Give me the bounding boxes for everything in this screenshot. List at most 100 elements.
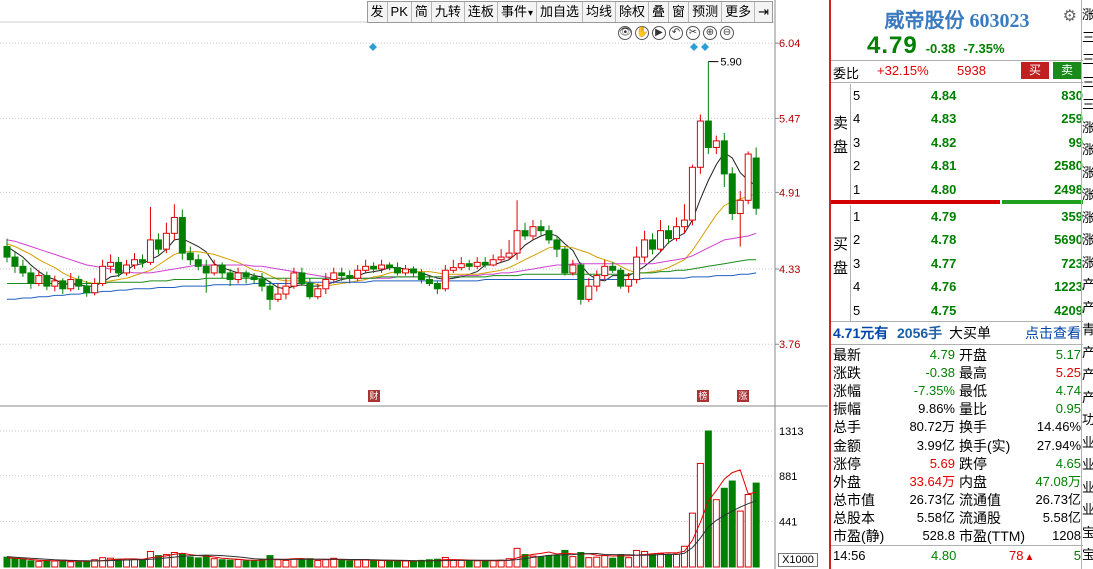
big-order-label: 大买单	[949, 325, 991, 341]
candle-body	[154, 239, 162, 250]
price-chart[interactable]: 6.04 5.47 4.91 4.33 3.76 1313 881 441 5.90	[0, 0, 828, 569]
stat-value: 0.95	[1055, 401, 1081, 417]
candle-body	[186, 252, 194, 261]
bid-ask-split-bar	[831, 200, 1083, 204]
zoom-out-icon[interactable]: ⊖	[720, 26, 734, 40]
stat-label: 最低	[959, 383, 987, 400]
eye-icon[interactable]: 👁	[618, 26, 632, 40]
candle-body	[83, 285, 91, 294]
candle-body	[425, 279, 433, 284]
tick-extra: 5	[1073, 548, 1081, 563]
volume-bar	[553, 554, 561, 568]
order-book-level: 5	[853, 302, 861, 318]
toolbar-button[interactable]: 预测	[689, 2, 723, 22]
candle-body	[513, 230, 521, 254]
order-book-row[interactable]: 2 4.81 2580	[851, 154, 1083, 177]
order-book-row[interactable]: 4 4.76 1223	[851, 275, 1083, 298]
candle-body	[657, 230, 665, 250]
event-marker-limit-up[interactable]: 涨	[737, 390, 749, 402]
order-book-level: 3	[853, 255, 861, 271]
stat-label: 外盘	[833, 473, 861, 490]
toolbar-button[interactable]: 事件	[498, 2, 537, 22]
toolbar-button[interactable]: 加自选	[537, 2, 583, 22]
stat-label: 内盘	[959, 473, 987, 490]
view-big-order-link[interactable]: 点击查看	[1025, 322, 1081, 344]
candle-body	[585, 285, 593, 300]
buy-button[interactable]: 买	[1021, 62, 1049, 79]
event-diamond-icon	[369, 43, 377, 51]
event-marker-ranking[interactable]: 榜	[697, 390, 709, 402]
order-book-row[interactable]: 2 4.78 5690	[851, 228, 1083, 251]
toolbar-button[interactable]: 窗	[669, 2, 690, 22]
volume-bar	[51, 560, 59, 568]
order-book-row[interactable]: 4 4.83 259	[851, 107, 1083, 130]
buy-label-char: 盘	[832, 260, 848, 277]
order-book-row[interactable]: 1 4.80 2498	[851, 178, 1083, 201]
order-book-vol: 2498	[1054, 181, 1083, 197]
candle-body	[601, 265, 609, 277]
zoom-in-icon[interactable]: ⊕	[703, 26, 717, 40]
adjacent-panel-edge: 涨三三三三涨涨涨涨涨涨涨产产青产产产功业业业业宝宝	[1081, 0, 1093, 569]
candle-body	[43, 275, 51, 287]
toolbar-button[interactable]: 叠	[649, 2, 670, 22]
candle-body	[19, 265, 27, 274]
order-book-row[interactable]: 3 4.77 723	[851, 252, 1083, 275]
stat-row: 外盘 33.64万 内盘 47.08万	[831, 473, 1083, 491]
toolbar-button[interactable]: 简	[412, 2, 432, 22]
volume-bar	[545, 555, 553, 568]
stat-value: 4.65	[1055, 455, 1081, 471]
order-book-price: 4.80	[931, 181, 957, 197]
order-book-row[interactable]: 1 4.79 359	[851, 205, 1083, 228]
candle-body	[91, 282, 99, 294]
volume-bar	[178, 553, 186, 568]
candle-body	[489, 259, 497, 266]
candle-body	[481, 261, 489, 266]
order-book-row[interactable]: 5 4.75 4209	[851, 299, 1083, 322]
volume-bar	[664, 554, 672, 568]
big-order-qty: 2056手	[897, 325, 943, 341]
candle-body	[75, 279, 83, 287]
toolbar-button[interactable]: 发	[368, 2, 388, 22]
candle-body	[354, 269, 362, 279]
volume-bar	[386, 560, 394, 568]
kline-chart-area[interactable]: 6.04 5.47 4.91 4.33 3.76 1313 881 441 5.90 发 PK 简九…	[0, 0, 828, 569]
toolbar-button[interactable]: 均线	[583, 2, 617, 22]
hand-icon[interactable]: ✋	[635, 26, 649, 40]
order-book-row[interactable]: 3 4.82 99	[851, 131, 1083, 154]
candle-body	[146, 239, 154, 263]
volume-bar	[346, 560, 354, 568]
stat-label: 总市值	[833, 491, 875, 508]
gear-icon[interactable]: ⚙	[1063, 6, 1077, 26]
toolbar-button[interactable]: 除权	[616, 2, 650, 22]
toolbar-button[interactable]: 连板	[465, 2, 498, 22]
stat-value: 5.25	[1055, 365, 1081, 381]
volume-unit-label[interactable]: X1000	[778, 553, 818, 567]
candle-body	[537, 226, 545, 232]
volume-bar	[131, 559, 139, 568]
sell-button[interactable]: 卖	[1053, 62, 1081, 79]
volume-bar	[266, 555, 274, 568]
volume-bar	[736, 510, 744, 568]
edge-char: 涨	[1082, 184, 1093, 203]
volume-bar	[617, 554, 625, 568]
event-diamond-icon	[701, 43, 709, 51]
candle-body	[282, 285, 290, 295]
undo-icon[interactable]: ↶	[669, 26, 683, 40]
play-icon[interactable]: ▶	[652, 26, 666, 40]
candle-body	[394, 267, 402, 274]
order-book-row[interactable]: 5 4.84 830	[851, 84, 1083, 107]
order-book-vol: 5690	[1054, 232, 1083, 248]
edge-char: 宝	[1082, 544, 1093, 563]
volume-bar	[186, 556, 194, 568]
stat-value: 3.99亿	[916, 437, 955, 453]
volume-bar	[43, 560, 51, 568]
toolbar-button[interactable]: 更多	[722, 2, 756, 22]
toolbar-button[interactable]: PK	[388, 2, 412, 22]
order-book-vol: 830	[1061, 88, 1083, 103]
event-marker-finance[interactable]: 财	[368, 390, 380, 402]
toolbar-button[interactable]: 九转	[432, 2, 465, 22]
toolbar-button[interactable]: ⇥	[755, 2, 772, 22]
volume-bar	[394, 560, 402, 568]
scissors-icon[interactable]: ✂	[686, 26, 700, 40]
edge-char: 三	[1082, 94, 1093, 113]
